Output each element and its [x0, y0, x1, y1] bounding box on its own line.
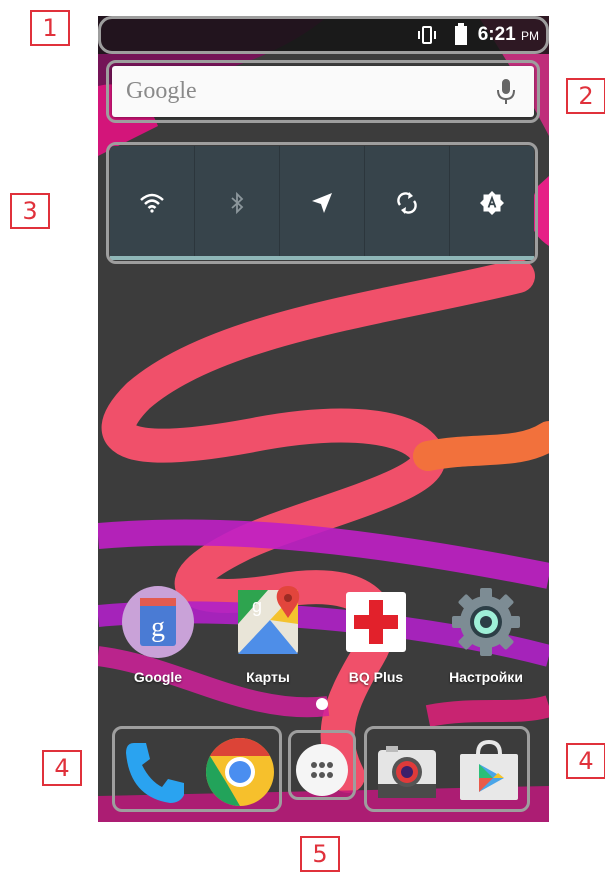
play-store-icon[interactable] — [454, 736, 524, 806]
sync-icon — [397, 192, 417, 214]
settings-icon — [452, 588, 520, 656]
vibrate-icon — [418, 26, 436, 44]
app-label: BQ Plus — [348, 669, 404, 685]
app-label: Google — [133, 669, 183, 685]
svg-text:g: g — [151, 612, 165, 643]
qs-wifi-toggle[interactable] — [110, 146, 195, 260]
qs-bluetooth-toggle[interactable] — [195, 146, 280, 260]
callout-2: 2 — [566, 78, 605, 114]
phone-screen: 6:21 PM Google g Google g Карты BQ Plus … — [98, 16, 549, 822]
maps-icon: g — [238, 586, 300, 654]
clock-ampm: PM — [521, 29, 539, 43]
chrome-icon[interactable] — [204, 736, 276, 808]
bq-plus-icon — [346, 592, 406, 652]
battery-icon — [455, 23, 467, 45]
callout-4-right: 4 — [566, 743, 605, 779]
app-label: Настройки — [449, 669, 523, 685]
phone-icon[interactable] — [120, 737, 190, 807]
app-settings[interactable]: Настройки — [436, 584, 536, 685]
callout-4-left: 4 — [42, 750, 82, 786]
page-indicator-dot — [316, 698, 328, 710]
app-drawer-icon[interactable] — [294, 742, 350, 798]
qs-location-toggle[interactable] — [280, 146, 365, 260]
wifi-icon — [140, 193, 164, 213]
mic-icon[interactable] — [496, 78, 516, 106]
status-clock: 6:21 PM — [478, 24, 539, 46]
google-folder-icon: g — [122, 586, 194, 658]
dock — [98, 722, 549, 822]
callout-3: 3 — [10, 193, 50, 229]
qs-brightness-toggle[interactable] — [450, 146, 534, 260]
app-google[interactable]: g Google — [108, 584, 208, 685]
qs-sync-toggle[interactable] — [365, 146, 450, 260]
bluetooth-icon — [231, 191, 244, 215]
callout-5: 5 — [300, 836, 340, 872]
google-search-bar[interactable]: Google — [112, 66, 534, 117]
clock-time: 6:21 — [477, 24, 516, 45]
app-bq-plus[interactable]: BQ Plus — [326, 584, 426, 685]
quick-settings-widget — [110, 146, 534, 260]
qs-accent-line — [110, 256, 534, 260]
auto-brightness-icon — [480, 191, 504, 215]
search-placeholder: Google — [126, 78, 197, 104]
app-label: Карты — [246, 669, 290, 685]
app-maps[interactable]: g Карты — [218, 584, 318, 685]
camera-icon[interactable] — [374, 740, 440, 802]
location-icon — [312, 193, 332, 213]
callout-1: 1 — [30, 10, 70, 46]
status-bar: 6:21 PM — [98, 16, 549, 54]
svg-text:g: g — [252, 596, 262, 616]
